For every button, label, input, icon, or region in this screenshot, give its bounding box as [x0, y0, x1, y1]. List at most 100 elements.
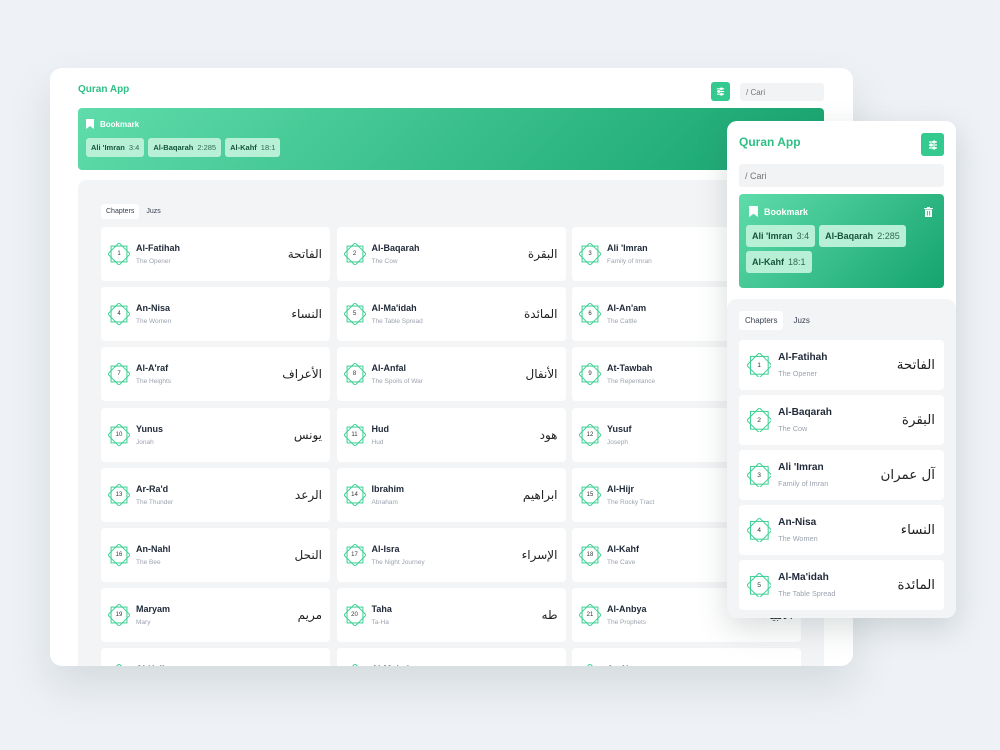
bookmark-chip-ref: 2:285	[877, 231, 900, 241]
bookmark-banner: Bookmark Ali 'Imran 3:4 Al-Baqarah 2:285 Al-…	[739, 194, 944, 288]
chapter-arabic: الأنفال	[525, 367, 558, 382]
chapter-card[interactable]: 17 Al-Isra The Night Journey الإسراء	[336, 528, 566, 582]
chapter-number-badge: 3	[579, 243, 601, 265]
chapter-name: Al-An'am	[607, 303, 647, 314]
tab-chapters[interactable]: Chapters	[101, 204, 140, 219]
chapter-number-badge: 2	[343, 243, 366, 265]
chapter-number-badge: 8	[343, 363, 366, 386]
chapter-name: Ali 'Imran	[778, 462, 824, 474]
chapter-name: An-Nur	[607, 664, 638, 666]
bookmark-icon	[749, 206, 758, 217]
chapter-card[interactable]: 4 An-Nisa The Women النساء	[101, 287, 330, 342]
chapter-translation: The Prophets	[607, 619, 647, 627]
chapter-translation: The Cow	[778, 423, 808, 433]
chapter-card[interactable]: 24An-NurThe Lightالنور	[572, 648, 801, 666]
chapter-translation: Abraham	[371, 498, 398, 506]
chapter-card[interactable]: 2 Al-Baqarah The Cow البقرة	[739, 395, 944, 445]
bookmark-chip-ref: 2:285	[197, 143, 217, 152]
chapter-number-badge: 5	[343, 303, 366, 326]
bookmark-icon	[86, 119, 94, 129]
chapter-card[interactable]: 5 Al-Ma'idah The Table Spread المائدة	[739, 560, 944, 610]
chapter-translation: The Table Spread	[371, 318, 423, 326]
chapter-name: Yunus	[136, 423, 164, 434]
chapter-arabic: الإسراء	[521, 548, 558, 562]
chapter-card[interactable]: 5 Al-Ma'idah The Table Spread المائدة	[336, 287, 566, 342]
chapter-card[interactable]: 11 Hud Hud هود	[336, 407, 566, 462]
bookmark-chip-name: Al-Kahf	[230, 143, 257, 152]
chapter-name: Al-Hajj	[136, 664, 180, 666]
bookmark-chip[interactable]: Al-Kahf 18:1	[225, 138, 281, 157]
chapter-card[interactable]: 19 Maryam Mary مريم	[101, 588, 330, 643]
chapter-card[interactable]: 14 Ibrahim Abraham ابراهيم	[336, 467, 566, 522]
chapter-name: Hud	[371, 423, 390, 434]
chapter-translation: The Women	[778, 533, 818, 543]
bookmark-chip[interactable]: Ali 'Imran 3:4	[86, 138, 145, 157]
chapter-name: Al-Fatihah	[778, 352, 828, 364]
chapter-name: Yusuf	[607, 423, 632, 434]
chapter-card[interactable]: 7 Al-A'raf The Heights الأعراف	[101, 347, 330, 402]
chapter-name: Al-Anbya	[607, 604, 647, 615]
chapter-arabic: ابراهيم	[522, 487, 558, 502]
chapter-number-badge: 7	[108, 363, 130, 386]
chapter-arabic: مريم	[297, 608, 322, 623]
mobile-window: Quran App Bookmark Ali 'Imran3:4Al-Baqar…	[727, 121, 956, 618]
chapter-card[interactable]: 2 Al-Baqarah The Cow البقرة	[336, 227, 566, 281]
sliders-icon	[928, 139, 937, 150]
chapter-number-badge: 4	[108, 303, 130, 326]
chapter-number-badge: 15	[579, 483, 601, 506]
chapter-arabic: يونس	[293, 427, 322, 442]
chapter-card[interactable]: 1 Al-Fatihah The Opener الفاتحة	[101, 227, 330, 281]
chapter-card[interactable]: 23Al-Mu'minunThe Believersالمؤمنون	[336, 648, 566, 666]
chapter-name: Al-Ma'idah	[371, 303, 417, 314]
chapter-name: Al-Fatihah	[136, 243, 180, 253]
chapter-card[interactable]: 20 Taha Ta-Ha طه	[336, 588, 566, 643]
chapter-number-badge: 22	[108, 664, 130, 666]
chapter-translation: The Table Spread	[778, 588, 836, 598]
chapter-arabic: البقرة	[527, 247, 558, 261]
chapter-card[interactable]: 1 Al-Fatihah The Opener الفاتحة	[739, 340, 944, 390]
chapter-name: Al-Anfal	[371, 363, 407, 374]
bookmark-chip-name: Al-Baqarah	[153, 143, 194, 152]
bookmark-chip-ref: 3:4	[796, 231, 810, 241]
chapter-number-badge: 9	[579, 363, 601, 386]
chapter-card[interactable]: 3 Ali 'Imran Family of Imran آل عمران	[739, 450, 944, 500]
tab-juzs[interactable]: Juzs	[787, 311, 815, 330]
search-input[interactable]	[739, 164, 944, 187]
app-title: Quran App	[78, 84, 130, 95]
bookmark-chip-name: Ali 'Imran	[752, 231, 793, 241]
bookmark-chip-name: Ali 'Imran	[91, 143, 125, 152]
chapter-card[interactable]: 4 An-Nisa The Women النساء	[739, 505, 944, 555]
chapter-arabic: البقرة	[901, 412, 936, 428]
settings-button[interactable]	[921, 133, 944, 156]
bookmark-chip-ref: 18:1	[260, 143, 276, 152]
chapter-card[interactable]: 16 An-Nahl The Bee النحل	[101, 528, 330, 582]
chapter-card[interactable]: 22Al-HajjThe Pilgrimageالحج	[101, 648, 330, 666]
bookmark-chip[interactable]: Al-Kahf 18:1	[746, 251, 812, 273]
bookmark-chip[interactable]: Al-Baqarah 2:285	[819, 225, 906, 247]
search-input[interactable]	[740, 83, 824, 101]
chapter-name: Al-Hijr	[607, 483, 634, 494]
chapter-card[interactable]: 8 Al-Anfal The Spoils of War الأنفال	[336, 347, 566, 402]
chapter-translation: Jonah	[136, 438, 154, 446]
chapter-arabic: الأعراف	[282, 367, 322, 382]
bookmark-chip[interactable]: Al-Baqarah 2:285	[148, 138, 222, 157]
trash-icon[interactable]	[924, 206, 933, 217]
chapter-number-badge: 12	[579, 423, 601, 446]
tab-juzs[interactable]: Juzs	[141, 204, 165, 219]
chapter-name: An-Nahl	[136, 544, 171, 554]
chapter-number-badge: 18	[579, 544, 601, 566]
chapter-translation: Ta-Ha	[371, 619, 389, 627]
chapter-translation: The Women	[136, 318, 172, 326]
app-title: Quran App	[739, 135, 801, 149]
chapter-card[interactable]: 10 Yunus Jonah يونس	[101, 407, 330, 462]
tab-chapters[interactable]: Chapters	[739, 311, 784, 330]
chapter-arabic: الرعد	[294, 487, 322, 502]
chapter-translation: The Repentance	[607, 378, 656, 386]
chapter-card[interactable]: 13 Ar-Ra'd The Thunder الرعد	[101, 467, 330, 522]
chapter-name: Al-Baqarah	[371, 243, 420, 253]
chapter-arabic: النساء	[291, 307, 322, 322]
bookmark-banner: Bookmark Ali 'Imran 3:4 Al-Baqarah 2:285 Al-…	[78, 108, 824, 170]
chapter-arabic: المائدة	[897, 577, 936, 593]
settings-button[interactable]	[711, 82, 730, 101]
bookmark-chip[interactable]: Ali 'Imran 3:4	[746, 225, 816, 247]
